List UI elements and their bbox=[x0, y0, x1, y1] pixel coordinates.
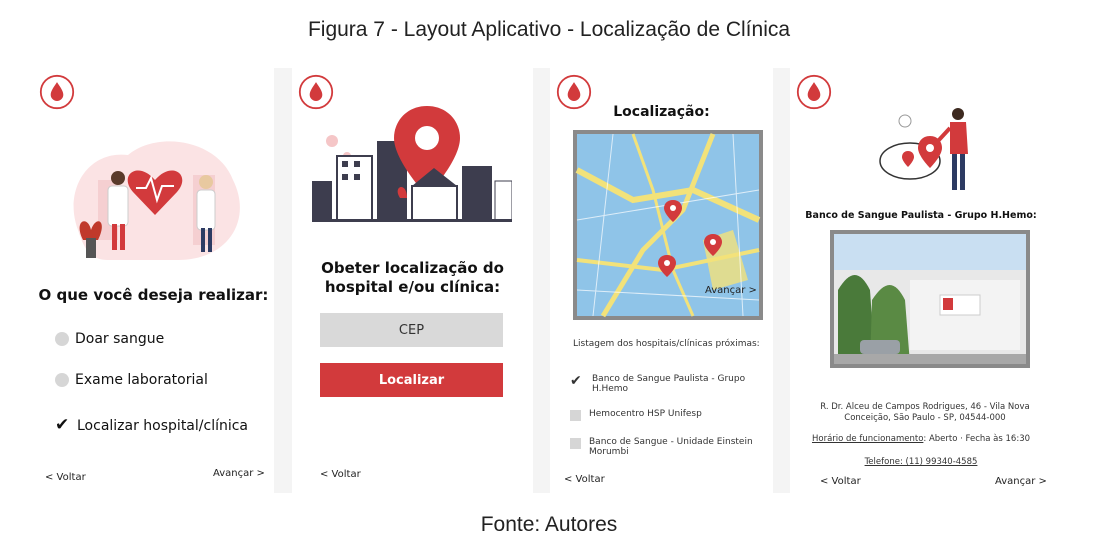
hours-value: : Aberto · Fecha às 16:30 bbox=[923, 434, 1031, 444]
map-advance-link[interactable]: Avançar > bbox=[705, 285, 757, 296]
person-location-pin-illustration bbox=[879, 108, 968, 190]
address-line1: R. Dr. Alceu de Campos Rodrigues, 46 - V… bbox=[820, 402, 1030, 412]
doctors-heart-illustration bbox=[73, 141, 240, 260]
phone-number: Telefone: (11) 99340-4585 bbox=[790, 457, 1052, 467]
option-locate-hospital[interactable]: ✔ Localizar hospital/clínica bbox=[55, 417, 248, 434]
back-link[interactable]: < Voltar bbox=[45, 472, 86, 483]
checkmark-icon[interactable]: ✔ bbox=[55, 417, 71, 434]
cep-input[interactable]: CEP bbox=[320, 313, 503, 347]
back-link[interactable]: < Voltar bbox=[320, 469, 361, 480]
map-title: Localização: bbox=[613, 104, 710, 120]
list-item-label: Banco de Sangue - Unidade Einstein Morumb… bbox=[589, 437, 753, 457]
next-link[interactable]: Avançar > bbox=[995, 476, 1047, 487]
checkmark-icon[interactable]: ✔ bbox=[570, 374, 584, 388]
option-donate-blood[interactable]: Doar sangue bbox=[55, 331, 164, 347]
screen-hospital-detail: Banco de Sangue Paulista - Grupo H.Hemo:… bbox=[790, 68, 1052, 493]
option-lab-exam[interactable]: Exame laboratorial bbox=[55, 372, 208, 388]
opening-hours: Horário de funcionamento: Aberto · Fecha… bbox=[790, 434, 1052, 444]
blood-drop-logo-icon bbox=[298, 74, 334, 110]
back-link[interactable]: < Voltar bbox=[820, 476, 861, 487]
list-item[interactable]: Banco de Sangue - Unidade Einstein Morumb… bbox=[570, 437, 765, 457]
figure-title: Figura 7 - Layout Aplicativo - Localizaç… bbox=[307, 18, 791, 41]
location-title: Obeter localização do hospital e/ou clín… bbox=[292, 259, 533, 297]
radio-unselected-icon[interactable] bbox=[55, 373, 69, 387]
blood-drop-logo-icon bbox=[796, 74, 832, 110]
list-item-label: Banco de Sangue Paulista - Grupo H.Hemo bbox=[592, 374, 746, 394]
phone-label[interactable]: Telefone bbox=[865, 457, 900, 467]
screen-activity-choice: O que você deseja realizar: Doar sangue … bbox=[33, 68, 274, 493]
address-line2: Conceição, São Paulo - SP, 04544-000 bbox=[844, 413, 1006, 423]
option-label: Doar sangue bbox=[75, 331, 165, 347]
question-title: O que você deseja realizar: bbox=[38, 286, 269, 304]
radio-unselected-icon[interactable] bbox=[55, 332, 69, 346]
screen-map-list: Localização: Avançar > Listagem dos hosp… bbox=[550, 68, 773, 493]
hospital-name: Banco de Sangue Paulista - Grupo H.Hemo: bbox=[805, 210, 1037, 221]
list-header: Listagem dos hospitais/clínicas próximas… bbox=[573, 339, 760, 349]
location-title-line2: hospital e/ou clínica: bbox=[324, 278, 501, 296]
option-label: Exame laboratorial bbox=[75, 372, 208, 388]
city-location-pin-illustration bbox=[312, 106, 512, 222]
list-item-label: Hemocentro HSP Unifesp bbox=[589, 409, 702, 419]
hours-label[interactable]: Horário de funcionamento bbox=[812, 434, 923, 444]
screen-get-location: Obeter localização do hospital e/ou clín… bbox=[292, 68, 533, 493]
phone-value[interactable]: : (11) 99340-4585 bbox=[900, 457, 977, 467]
blood-drop-logo-icon bbox=[39, 74, 75, 110]
next-link[interactable]: Avançar > bbox=[213, 468, 265, 479]
checkbox-unchecked-icon[interactable] bbox=[570, 410, 581, 421]
back-link[interactable]: < Voltar bbox=[564, 474, 605, 485]
building-photo-graphic bbox=[834, 234, 1026, 364]
list-item[interactable]: ✔ Banco de Sangue Paulista - Grupo H.Hemo bbox=[570, 374, 765, 394]
option-label: Localizar hospital/clínica bbox=[77, 417, 249, 434]
hospital-photo bbox=[830, 230, 1030, 368]
list-item[interactable]: Hemocentro HSP Unifesp bbox=[570, 409, 765, 421]
locate-button[interactable]: Localizar bbox=[320, 363, 503, 397]
figure-source: Fonte: Autores bbox=[480, 513, 618, 536]
hospital-address: R. Dr. Alceu de Campos Rodrigues, 46 - V… bbox=[810, 402, 1040, 424]
checkbox-unchecked-icon[interactable] bbox=[570, 438, 581, 449]
location-title-line1: Obeter localização do bbox=[321, 259, 504, 277]
map-view[interactable]: Avançar > bbox=[573, 130, 763, 320]
